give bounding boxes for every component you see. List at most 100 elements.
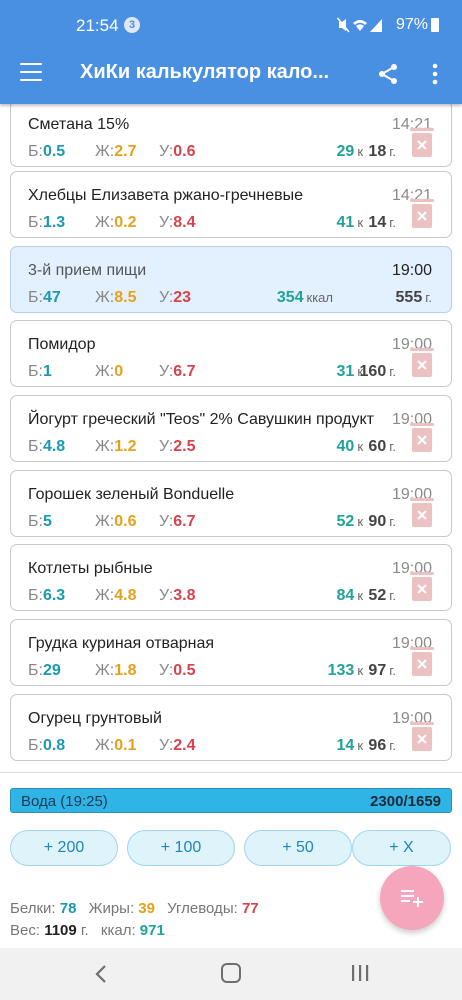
carbs-value: У:0.5 — [159, 662, 196, 679]
kcal-value: 52 к — [336, 513, 363, 530]
divider — [0, 772, 462, 773]
home-icon[interactable] — [221, 963, 241, 983]
food-entry-card[interactable]: Сметана 15% 14:21 Б:0.5 Ж:2.7 У:0.6 29 к … — [10, 104, 452, 167]
app-bar: ХиКи калькулятор кало... — [0, 42, 462, 104]
notification-count-badge: 3 — [124, 17, 140, 33]
weight-value: 555 г. — [395, 289, 432, 306]
water-progress-bar: Вода (19:25) 2300/1659 — [10, 788, 452, 813]
recent-apps-icon[interactable] — [351, 965, 369, 981]
carbs-value: У:23 — [159, 289, 192, 306]
food-entry-card[interactable]: Хлебцы Елизавета ржано-гречневые 14:21 Б… — [10, 171, 452, 238]
carbs-value: У:0.6 — [159, 143, 196, 160]
share-icon[interactable] — [376, 62, 400, 86]
trash-icon[interactable] — [410, 199, 434, 228]
protein-value: Б:4.8 — [28, 438, 66, 455]
signal-icon — [370, 19, 382, 32]
playlist-add-icon — [401, 890, 423, 907]
water-label: Вода (19:25) — [21, 793, 108, 810]
fat-value: Ж:0.6 — [95, 513, 137, 530]
food-name: Хлебцы Елизавета ржано-гречневые — [28, 187, 303, 204]
weight-total: 1109 — [44, 922, 77, 939]
trash-icon[interactable] — [410, 722, 434, 751]
entry-time: 19:00 — [391, 710, 432, 727]
kcal-value: 354 ккал — [276, 289, 333, 306]
carbs-value: У:3.8 — [159, 587, 196, 604]
protein-value: Б:29 — [28, 662, 61, 679]
protein-value: Б:5 — [28, 513, 52, 530]
protein-value: Б:1 — [28, 363, 52, 380]
food-entry-card[interactable]: Грудка куриная отварная 19:00 Б:29 Ж:1.8… — [10, 619, 452, 686]
trash-icon[interactable] — [410, 128, 434, 157]
battery-percent: 97% — [396, 16, 429, 33]
menu-icon[interactable] — [20, 63, 42, 82]
food-entry-card[interactable]: Помидор 19:00 Б:1 Ж:0 У:6.7 31 к 160 г. — [10, 320, 452, 387]
entry-time: 19:00 — [391, 336, 432, 353]
carbs-value: У:2.5 — [159, 438, 196, 455]
food-name: Помидор — [28, 336, 96, 353]
kcal-value: 29 к — [336, 143, 363, 160]
kcal-total-label: ккал: — [100, 922, 136, 939]
fat-value: Ж:1.2 — [95, 438, 137, 455]
app-title: ХиКи калькулятор кало... — [80, 61, 330, 83]
carbs-value: У:8.4 — [159, 214, 196, 231]
fat-value: Ж:0 — [95, 363, 124, 380]
fat-value: Ж:1.8 — [95, 662, 137, 679]
carbs-total: 77 — [241, 900, 259, 917]
water-value: 2300/1659 — [370, 793, 441, 810]
trash-icon[interactable] — [410, 572, 434, 601]
weight-value: 90 г. — [368, 513, 396, 530]
more-vertical-icon[interactable] — [426, 62, 444, 86]
add-water-100-button[interactable]: + 100 — [127, 830, 235, 866]
kcal-value: 14 к — [336, 737, 363, 754]
food-entry-card[interactable]: Котлеты рыбные 19:00 Б:6.3 Ж:4.8 У:3.8 8… — [10, 544, 452, 611]
battery-icon — [431, 18, 439, 32]
system-nav-bar — [0, 948, 462, 1000]
kcal-value: 84 к — [336, 587, 363, 604]
weight-value: 14 г. — [368, 214, 396, 231]
weight-value: 52 г. — [368, 587, 396, 604]
status-time: 21:54 — [76, 16, 119, 35]
protein-total-label: Белки: — [10, 900, 56, 917]
wifi-icon — [353, 20, 367, 31]
fat-total: 39 — [138, 900, 155, 917]
food-entry-card[interactable]: Огурец грунтовый 19:00 Б:0.8 Ж:0.1 У:2.4… — [10, 694, 452, 761]
weight-value: 97 г. — [368, 662, 396, 679]
weight-value: 60 г. — [368, 438, 396, 455]
add-water-50-button[interactable]: + 50 — [244, 830, 352, 866]
food-entry-card[interactable]: Горошек зеленый Bonduelle 19:00 Б:5 Ж:0.… — [10, 470, 452, 537]
fat-value: Ж:0.1 — [95, 737, 137, 754]
trash-icon[interactable] — [410, 348, 434, 377]
carbs-value: У:6.7 — [159, 513, 196, 530]
back-icon[interactable] — [94, 964, 108, 984]
entry-time: 19:00 — [391, 411, 432, 428]
food-name: Йогурт греческий "Teos" 2% Савушкин прод… — [28, 411, 374, 428]
add-food-fab[interactable] — [380, 866, 444, 930]
fat-value: Ж:4.8 — [95, 587, 137, 604]
entry-time: 19:00 — [391, 486, 432, 503]
protein-value: Б:1.3 — [28, 214, 66, 231]
entry-time: 19:00 — [391, 635, 432, 652]
meal-header-card[interactable]: 3-й прием пищи 19:00 Б:47 Ж:8.5 У:23 354… — [10, 246, 452, 313]
summary-weight-kcal: Вес: 1109 г. ккал: 971 — [10, 922, 165, 939]
summary-macros: Белки: 78 Жиры: 39 Углеводы: 77 — [10, 900, 259, 917]
mute-icon — [337, 17, 350, 33]
add-water-custom-button[interactable]: + X — [352, 830, 451, 866]
kcal-value: 41 к — [336, 214, 363, 231]
weight-value: 160 г. — [359, 363, 396, 380]
fat-total-label: Жиры: — [88, 900, 135, 917]
weight-value: 18 г. — [368, 143, 396, 160]
food-name: Горошек зеленый Bonduelle — [28, 486, 235, 503]
carbs-value: У:2.4 — [159, 737, 196, 754]
entry-time: 14:21 — [391, 116, 432, 133]
food-entry-card[interactable]: Йогурт греческий "Teos" 2% Савушкин прод… — [10, 395, 452, 462]
trash-icon[interactable] — [410, 647, 434, 676]
food-entry-list[interactable]: Сметана 15% 14:21 Б:0.5 Ж:2.7 У:0.6 29 к … — [0, 104, 462, 772]
trash-icon[interactable] — [410, 423, 434, 452]
add-water-200-button[interactable]: + 200 — [10, 830, 118, 866]
meal-time: 19:00 — [391, 262, 432, 279]
kcal-value: 133 к — [327, 662, 363, 679]
food-name: Огурец грунтовый — [28, 710, 162, 727]
fat-value: Ж:8.5 — [95, 289, 137, 306]
fat-value: Ж:0.2 — [95, 214, 137, 231]
trash-icon[interactable] — [410, 498, 434, 527]
